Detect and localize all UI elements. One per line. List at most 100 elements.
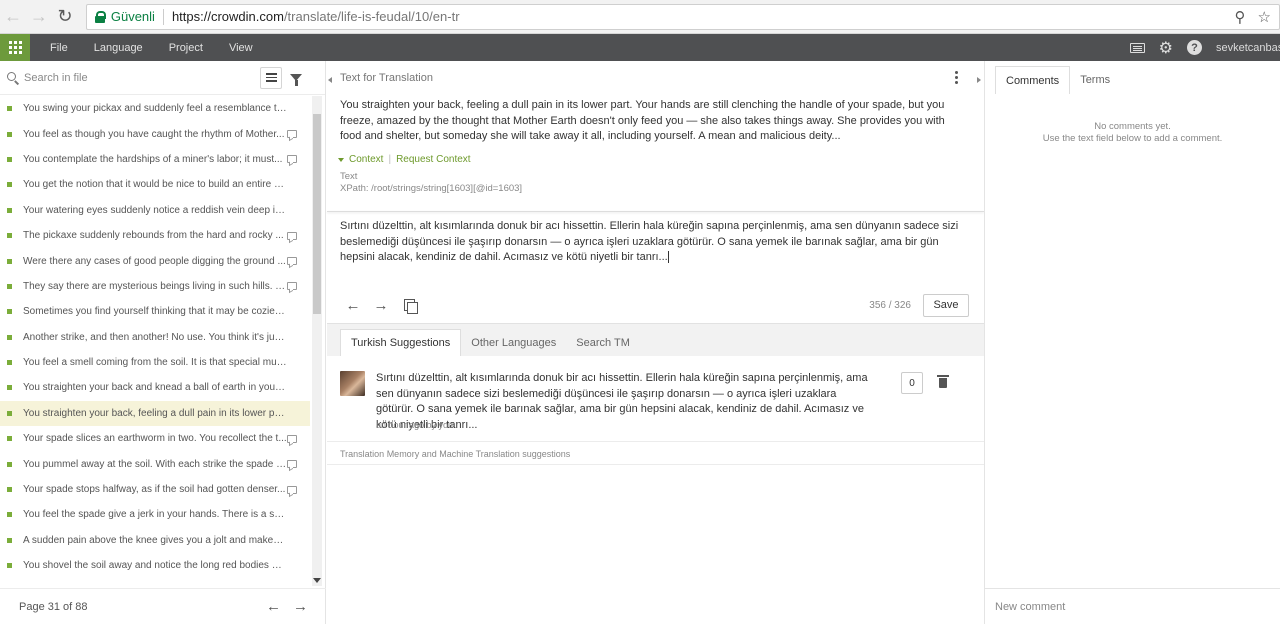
list-icon [265,73,277,82]
reload-icon[interactable]: ↻ [52,4,78,30]
help-icon[interactable]: ? [1187,40,1202,55]
tab-turkish-suggestions[interactable]: Turkish Suggestions [340,329,462,356]
menu-project[interactable]: Project [156,42,216,54]
menu-view[interactable]: View [216,42,266,54]
collapse-left-icon[interactable] [327,75,333,85]
list-item[interactable]: You get the notion that it would be nice… [0,172,310,197]
comment-icon[interactable] [287,485,297,494]
list-item[interactable]: Were there any cases of good people digg… [0,248,310,273]
list-item-text: You contemplate the hardships of a miner… [23,153,283,165]
strings-panel: You swing your pickax and suddenly feel … [0,61,326,624]
list-item-text: They say there are mysterious beings liv… [23,280,287,292]
comments-tabs: Comments Terms [985,61,1280,94]
next-string-icon[interactable]: → [367,297,395,314]
translation-textarea[interactable]: Sırtını düzelttin, alt kısımlarında donu… [327,219,967,266]
save-button[interactable]: Save [923,293,969,317]
username[interactable]: sevketcanbas [1216,42,1280,54]
list-item-text: Your watering eyes suddenly notice a red… [23,204,287,216]
menu-language[interactable]: Language [81,42,156,54]
list-item[interactable]: Your spade stops halfway, as if the soil… [0,477,310,502]
filter-icon[interactable] [290,74,302,86]
back-arrow-icon[interactable]: ← [0,4,26,30]
previous-string-icon[interactable]: ← [339,297,367,314]
tab-search-tm[interactable]: Search TM [566,329,640,356]
suggestion-item[interactable]: Sırtını düzelttin, alt kısımlarında donu… [327,357,984,442]
comment-icon[interactable] [287,460,297,469]
pagination: Page 31 of 88 ← → [0,588,326,624]
zoom-search-icon[interactable]: ⚲ [1235,8,1246,26]
url-separator [162,8,164,25]
tab-terms[interactable]: Terms [1070,66,1120,94]
string-list-scrollbar[interactable] [312,96,322,586]
empty-comments-line2: Use the text field below to add a commen… [1042,133,1223,144]
more-options-icon[interactable] [955,71,958,84]
comment-icon[interactable] [287,155,297,164]
list-item-text: A sudden pain above the knee gives you a… [23,534,287,546]
previous-page-icon[interactable]: ← [266,598,281,615]
list-item[interactable]: You pummel away at the soil. With each s… [0,451,310,476]
list-item[interactable]: Another strike, and then another! No use… [0,325,310,350]
context-toggle[interactable]: Context [349,154,383,165]
comment-icon[interactable] [287,282,297,291]
list-item[interactable]: You wipe the moisture away on your sleev… [0,578,310,587]
comment-icon[interactable] [287,434,297,443]
list-item[interactable]: You shovel the soil away and notice the … [0,553,310,578]
search-input[interactable] [24,71,254,84]
list-item-text: The pickaxe suddenly rebounds from the h… [23,230,284,242]
trash-icon[interactable] [937,375,949,388]
collapse-right-icon[interactable] [976,75,982,85]
scrollbar-thumb[interactable] [313,114,321,314]
url-host: https://crowdin.com [171,9,284,24]
list-item[interactable]: You straighten your back, feeling a dull… [0,400,310,427]
tab-other-languages[interactable]: Other Languages [461,329,566,356]
list-item[interactable]: You straighten your back and knead a bal… [0,375,310,400]
list-item[interactable]: You feel the spade give a jerk in your h… [0,502,310,527]
forward-arrow-icon[interactable]: → [26,4,52,30]
translated-status-icon [7,436,12,442]
scroll-down-arrow-icon[interactable] [312,574,322,586]
list-item[interactable]: Your spade slices an earthworm in two. Y… [0,426,310,451]
tab-comments[interactable]: Comments [995,66,1071,94]
comment-icon[interactable] [287,257,297,266]
avatar [340,371,365,396]
list-view-button[interactable] [260,66,282,89]
list-item[interactable]: The pickaxe suddenly rebounds from the h… [0,223,310,248]
vote-count[interactable]: 0 [901,372,923,394]
request-context-link[interactable]: Request Context [396,154,471,165]
gear-icon[interactable]: ⚙ [1159,38,1173,58]
translated-status-icon [7,309,12,315]
keyboard-icon[interactable] [1129,42,1145,53]
apps-grid-icon[interactable] [0,34,30,61]
list-item[interactable]: Sometimes you find yourself thinking tha… [0,299,310,324]
list-item-text: You pummel away at the soil. With each s… [23,458,287,470]
character-count: 356 / 326 [869,299,911,311]
translated-status-icon [7,182,12,188]
list-item[interactable]: Your watering eyes suddenly notice a red… [0,198,310,223]
list-item[interactable]: You swing your pickax and suddenly feel … [0,96,310,121]
list-item[interactable]: You feel as though you have caught the r… [0,121,310,146]
url-text[interactable]: https://crowdin.com/translate/life-is-fe… [172,9,460,24]
list-item-text: You feel the spade give a jerk in your h… [23,509,287,521]
copy-source-icon[interactable] [404,298,418,314]
translated-status-icon [7,512,12,518]
menu-file[interactable]: File [37,42,81,54]
list-item[interactable]: A sudden pain above the knee gives you a… [0,528,310,553]
translated-status-icon [7,106,12,112]
list-item[interactable]: They say there are mysterious beings liv… [0,274,310,299]
next-page-icon[interactable]: → [293,598,308,615]
translated-status-icon [7,283,12,289]
list-item-text: You shovel the soil away and notice the … [23,560,287,572]
list-item[interactable]: You feel a smell coming from the soil. I… [0,350,310,375]
string-type: Text [340,171,358,182]
list-item[interactable]: You contemplate the hardships of a miner… [0,147,310,172]
source-header: Text for Translation [327,61,984,94]
comment-icon[interactable] [287,231,297,240]
translated-status-icon [7,487,12,493]
address-bar[interactable]: Güvenli https://crowdin.com/translate/li… [85,3,1280,30]
comment-icon[interactable] [287,130,297,139]
translated-status-icon [7,334,12,340]
new-comment-field[interactable]: New comment [985,588,1280,624]
bookmark-star-icon[interactable]: ☆ [1258,8,1271,26]
context-row: Context | Request Context [327,154,984,165]
search-icon [7,71,19,84]
